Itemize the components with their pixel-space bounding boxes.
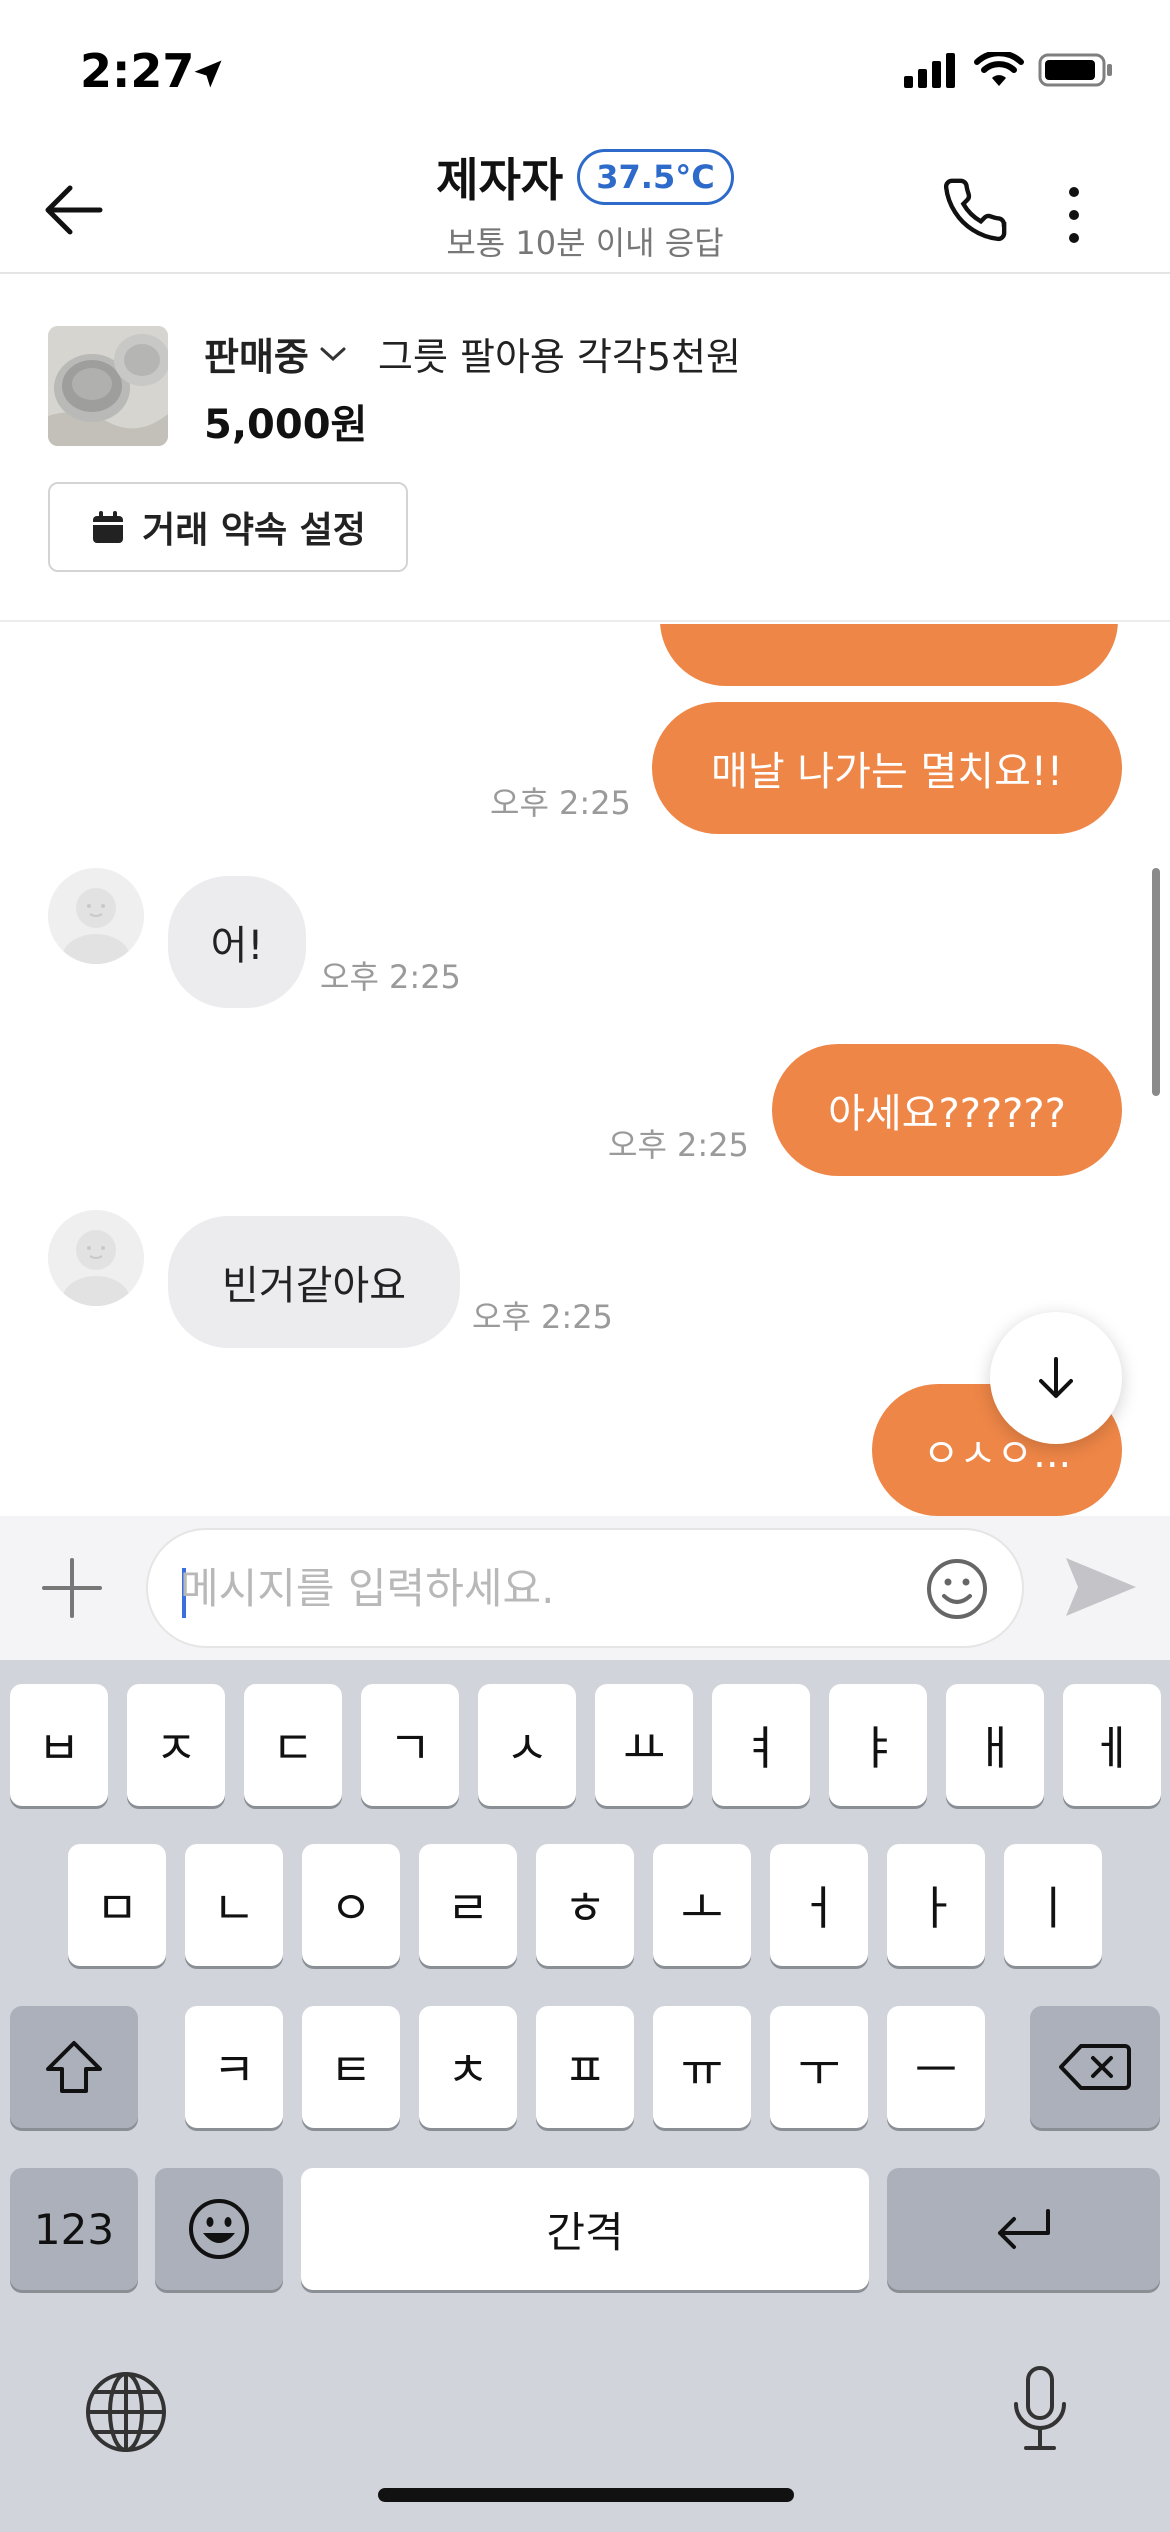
wifi-icon — [974, 52, 1024, 86]
message-time: 오후 2:25 — [320, 958, 461, 996]
shift-icon — [46, 2041, 102, 2093]
emoji-key-icon — [189, 2199, 249, 2259]
plus-icon[interactable] — [40, 1556, 104, 1620]
message-bubble-outgoing-partial — [660, 624, 1118, 686]
scroll-to-bottom-button[interactable] — [990, 1312, 1122, 1444]
signal-icon — [904, 53, 955, 88]
key[interactable]: ㅗ — [653, 1844, 751, 1966]
emoji-key[interactable] — [155, 2168, 283, 2290]
message-field[interactable] — [146, 1528, 1024, 1648]
set-appointment-label: 거래 약속 설정 — [142, 510, 366, 551]
set-appointment-button[interactable]: 거래 약속 설정 — [48, 482, 408, 572]
chat-header: 제자자 37.5°C 보통 10분 이내 응답 — [0, 130, 1170, 274]
chevron-down-icon — [320, 347, 346, 361]
key[interactable]: ㅐ — [946, 1684, 1044, 1806]
avatar[interactable] — [48, 868, 144, 964]
status-time: 2:27 — [80, 44, 195, 98]
product-thumbnail[interactable] — [48, 326, 168, 446]
phone-icon[interactable] — [940, 170, 1010, 250]
numbers-key[interactable]: 123 — [10, 2168, 138, 2290]
globe-icon[interactable] — [84, 2370, 168, 2454]
message-text: 아세요?????? — [828, 1091, 1066, 1137]
microphone-icon[interactable] — [1008, 2364, 1072, 2454]
arrow-down-icon — [1039, 1357, 1073, 1398]
product-title[interactable]: 그릇 팔아용 각각5천원 — [378, 326, 741, 381]
key[interactable]: ㅜ — [770, 2006, 868, 2128]
partner-name[interactable]: 제자자 — [436, 144, 563, 210]
key[interactable]: ㅛ — [595, 1684, 693, 1806]
key[interactable]: ㅕ — [712, 1684, 810, 1806]
key[interactable]: ㅎ — [536, 1844, 634, 1966]
key[interactable]: ㄱ — [361, 1684, 459, 1806]
status-bar: 2:27 — [0, 0, 1170, 140]
key[interactable]: ㅇ — [302, 1844, 400, 1966]
keyboard: ㅂ ㅈ ㄷ ㄱ ㅅ ㅛ ㅕ ㅑ ㅐ ㅔ ㅁ ㄴ ㅇ ㄹ ㅎ ㅗ ㅓ ㅏ ㅣ ㅋ … — [0, 1660, 1170, 2532]
key[interactable]: ㄷ — [244, 1684, 342, 1806]
shift-key[interactable] — [10, 2006, 138, 2128]
sale-status-label: 판매중 — [204, 335, 309, 379]
key[interactable]: ㅍ — [536, 2006, 634, 2128]
status-icons — [904, 52, 1114, 88]
message-text: 어! — [210, 923, 264, 969]
message-time: 오후 2:25 — [472, 1298, 613, 1336]
calendar-icon — [93, 511, 124, 543]
message-time: 오후 2:25 — [490, 784, 631, 822]
key[interactable]: ㅑ — [829, 1684, 927, 1806]
key[interactable]: ㅌ — [302, 2006, 400, 2128]
key[interactable]: ㅈ — [127, 1684, 225, 1806]
key[interactable]: ㅅ — [478, 1684, 576, 1806]
key[interactable]: ㅔ — [1063, 1684, 1161, 1806]
key[interactable]: ㅣ — [1004, 1844, 1102, 1966]
key[interactable]: ㅂ — [10, 1684, 108, 1806]
message-input[interactable] — [180, 1530, 920, 1646]
message-input-bar — [0, 1516, 1170, 1660]
product-price: 5,000원 — [204, 402, 368, 448]
title-row: 제자자 37.5°C — [436, 144, 734, 210]
key[interactable]: ㅊ — [419, 2006, 517, 2128]
message-time: 오후 2:25 — [608, 1126, 749, 1164]
message-text: 빈거같아요 — [222, 1263, 406, 1309]
key[interactable]: ㅏ — [887, 1844, 985, 1966]
chat-area[interactable]: 매날 나가는 멸치요!! 오후 2:25 어! 오후 2:25 아세요?????… — [0, 624, 1170, 1516]
home-indicator — [378, 2488, 794, 2502]
smiley-icon[interactable] — [922, 1554, 992, 1624]
avatar[interactable] — [48, 1210, 144, 1306]
key[interactable]: ㄹ — [419, 1844, 517, 1966]
sale-status-dropdown[interactable]: 판매중 — [204, 326, 347, 381]
return-icon — [997, 2209, 1050, 2249]
message-bubble-incoming[interactable]: 어! — [168, 876, 306, 1008]
message-bubble-outgoing[interactable]: 매날 나가는 멸치요!! — [652, 702, 1122, 834]
send-icon[interactable] — [1060, 1552, 1140, 1622]
key[interactable]: ㅁ — [68, 1844, 166, 1966]
message-bubble-outgoing[interactable]: 아세요?????? — [772, 1044, 1122, 1176]
key[interactable]: ㅓ — [770, 1844, 868, 1966]
manner-temperature-badge[interactable]: 37.5°C — [577, 149, 734, 205]
key[interactable]: ㅋ — [185, 2006, 283, 2128]
more-vertical-icon[interactable] — [1054, 180, 1094, 250]
message-bubble-incoming[interactable]: 빈거같아요 — [168, 1216, 460, 1348]
key[interactable]: ㄴ — [185, 1844, 283, 1966]
location-arrow-icon — [194, 60, 222, 88]
key[interactable]: ㅠ — [653, 2006, 751, 2128]
message-text: 매날 나가는 멸치요!! — [711, 749, 1063, 795]
return-key[interactable] — [887, 2168, 1160, 2290]
battery-icon — [1038, 53, 1112, 87]
space-key[interactable]: 간격 — [301, 2168, 869, 2290]
backspace-key[interactable] — [1030, 2006, 1160, 2128]
backspace-icon — [1059, 2044, 1131, 2090]
scroll-indicator[interactable] — [1152, 868, 1160, 1096]
product-panel: 판매중 그릇 팔아용 각각5천원 5,000원 거래 약속 설정 — [0, 276, 1170, 622]
key[interactable]: ㅡ — [887, 2006, 985, 2128]
